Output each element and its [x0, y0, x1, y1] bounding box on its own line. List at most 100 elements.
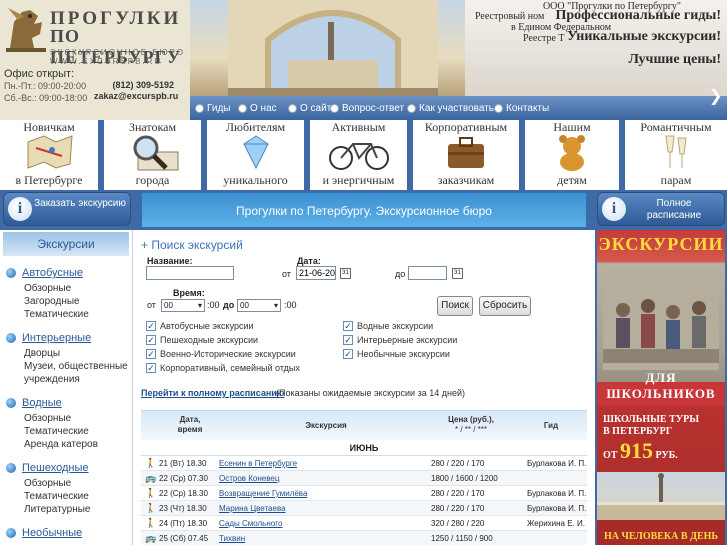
sidebar-item[interactable]: Литературные [0, 503, 132, 516]
category-active[interactable]: Активным и энергичным [310, 120, 413, 190]
sidebar-item[interactable]: Музеи, общественные учреждения [0, 360, 132, 386]
category-unique[interactable]: Любителям уникального [207, 120, 310, 190]
date-to-input[interactable] [408, 266, 447, 280]
row-excursion-link[interactable]: Есенин в Петербурге [219, 456, 297, 471]
table-row: 🚌 25 (Сб) 07.45 Тихвин 1250 / 1150 / 900 [141, 531, 587, 545]
col-price-sub: * / ** / *** [454, 425, 487, 434]
nav-item-guides[interactable]: Гиды [195, 96, 230, 120]
row-excursion-link[interactable]: Остров Коневец [219, 471, 279, 486]
sidebar-item[interactable]: Тематические [0, 490, 132, 503]
sidebar-item[interactable]: Обзорные [0, 412, 132, 425]
walking-person-icon: 🚶 [145, 458, 157, 468]
sidebar-item[interactable]: Тематические [0, 308, 132, 321]
row-guide[interactable]: Бурлакова И. П. [527, 486, 586, 501]
checkbox-military[interactable]: ✓ Военно-Исторические экскурсии [146, 348, 296, 360]
alexander-column-icon [597, 473, 725, 520]
row-date: 21 (Вт) 18.30 [159, 459, 207, 468]
checkbox-bus[interactable]: ✓ Автобусные экскурсии [146, 320, 254, 332]
main-nav: Гиды О нас О сайте Вопрос-ответ Как учас… [190, 96, 727, 120]
row-guide[interactable]: Бурлакова И. П. [527, 456, 586, 471]
checkbox-label: Пешеходные экскурсии [160, 335, 259, 345]
month-row: ИЮНЬ [141, 440, 587, 456]
category-title: Новичкам [23, 120, 75, 134]
checkbox-label: Необычные экскурсии [357, 349, 450, 359]
checkbox-checked-icon: ✓ [146, 321, 156, 331]
category-beginners[interactable]: Новичкам в Петербурге [0, 120, 104, 190]
email-link[interactable]: zakaz@excurspb.ru [94, 91, 178, 102]
checkbox-interior[interactable]: ✓ Интерьерные экскурсии [343, 334, 457, 346]
row-excursion-link[interactable]: Сады Смольного [219, 516, 282, 531]
nav-bullet-icon [407, 103, 416, 113]
date-from-input[interactable] [296, 266, 336, 280]
headline-prices: Лучшие цены! [628, 52, 721, 67]
scroll-arrow-icon[interactable]: ❯ [709, 86, 723, 106]
row-date: 25 (Сб) 07.45 [159, 534, 209, 543]
search-title[interactable]: + Поиск экскурсий [141, 238, 243, 252]
school-tours-banner[interactable]: ШКОЛЬНЫЕ ТУРЫ В ПЕТЕРБУРГ ОТ 915 РУБ. НА… [597, 406, 725, 545]
sidebar-item[interactable]: Аренда катеров [0, 438, 132, 451]
table-body: 🚶 21 (Вт) 18.30 Есенин в Петербурге 280 … [141, 456, 587, 545]
sidebar-section-bus[interactable]: Автобусные [0, 264, 132, 282]
promo2-line-2: В ПЕТЕРБУРГ [603, 426, 673, 437]
nav-bullet-icon [195, 103, 204, 113]
checkbox-corporate[interactable]: ✓ Корпоративный, семейный отдых [146, 362, 300, 374]
checkbox-label: Военно-Исторические экскурсии [160, 349, 296, 359]
row-excursion-link[interactable]: Тихвин [219, 531, 245, 545]
logo[interactable]: ПРОГУЛКИ ПО ПЕТЕРБУРГУ ЭКСКУРСИОННОЕ БЮР… [0, 0, 190, 120]
nav-label: О нас [250, 102, 277, 114]
headline-reestr: Реестре Т [523, 33, 565, 44]
briefcase-icon [448, 137, 484, 168]
full-schedule-button[interactable]: i Полное расписание [597, 192, 725, 226]
category-kids[interactable]: Нашим детям [525, 120, 625, 190]
sidebar-item[interactable]: Загородные [0, 295, 132, 308]
col-excursion: Экскурсия [305, 421, 347, 430]
bicycle-icon [328, 143, 389, 170]
nav-item-participate[interactable]: Как участвовать [407, 96, 494, 120]
search-button[interactable]: Поиск [437, 296, 473, 316]
sidebar-item[interactable]: Обзорные [0, 477, 132, 490]
row-guide[interactable]: Бурлакова И. П. [527, 501, 586, 516]
row-guide[interactable]: Жерихина Е. И. [527, 516, 585, 531]
time-to-minutes: :00 [284, 300, 297, 310]
col-price: Цена (руб.), [448, 415, 494, 424]
logo-url: WWW.EXCURSPB.RU [50, 57, 163, 66]
sidebar-section-walking[interactable]: Пешеходные [0, 459, 132, 477]
students-photo-image [603, 270, 719, 370]
sidebar-item[interactable]: Тематические [0, 425, 132, 438]
sidebar-section-water[interactable]: Водные [0, 394, 132, 412]
category-couples[interactable]: Романтичным парам [625, 120, 727, 190]
checkbox-water[interactable]: ✓ Водные экскурсии [343, 320, 433, 332]
checkbox-unusual[interactable]: ✓ Необычные экскурсии [343, 348, 450, 360]
name-input[interactable] [146, 266, 234, 280]
hour-from-select[interactable]: 00 ▾ [161, 299, 205, 312]
sidebar-item[interactable]: Обзорные [0, 282, 132, 295]
nav-label: Вопрос-ответ [342, 102, 405, 114]
sidebar-item[interactable]: Дворцы [0, 347, 132, 360]
calendar-icon[interactable]: 31 [452, 268, 463, 279]
nav-item-faq[interactable]: Вопрос-ответ [330, 96, 404, 120]
promo2-price-value: 915 [619, 438, 653, 463]
row-excursion-link[interactable]: Марина Цветаева [219, 501, 286, 516]
sidebar-section-interior[interactable]: Интерьерные [0, 329, 132, 347]
promo2-price: ОТ 915 РУБ. [603, 438, 678, 464]
category-row: Новичкам в Петербурге Знатокам города Лю… [0, 120, 727, 190]
school-excursions-banner[interactable]: ЭКСКУРСИИ ДЛЯ ШКОЛЬНИКОВ [597, 230, 725, 406]
hour-to-select[interactable]: 00 ▾ [237, 299, 281, 312]
full-schedule-link[interactable]: Перейти к полному расписанию [141, 388, 285, 398]
nav-item-about[interactable]: О нас [238, 96, 277, 120]
promo2-line-1: ШКОЛЬНЫЕ ТУРЫ [603, 414, 700, 425]
category-subtitle: уникального [223, 173, 288, 187]
sidebar-title: Экскурсии [3, 232, 129, 256]
row-date: 22 (Ср) 18.30 [159, 489, 208, 498]
order-excursion-button[interactable]: i Заказать экскурсию [3, 192, 131, 226]
reset-button[interactable]: Сбросить [479, 296, 531, 316]
calendar-icon[interactable]: 31 [340, 268, 351, 279]
category-corporate[interactable]: Корпоративным заказчикам [413, 120, 525, 190]
row-excursion-link[interactable]: Возвращение Гумилёва [219, 486, 307, 501]
griffin-logo-icon [6, 8, 46, 52]
general-staff-arch-image [228, 0, 438, 96]
nav-item-contacts[interactable]: Контакты [494, 96, 549, 120]
checkbox-walking[interactable]: ✓ Пешеходные экскурсии [146, 334, 258, 346]
sidebar-section-unusual[interactable]: Необычные [0, 524, 132, 542]
category-experts[interactable]: Знатокам города [104, 120, 207, 190]
